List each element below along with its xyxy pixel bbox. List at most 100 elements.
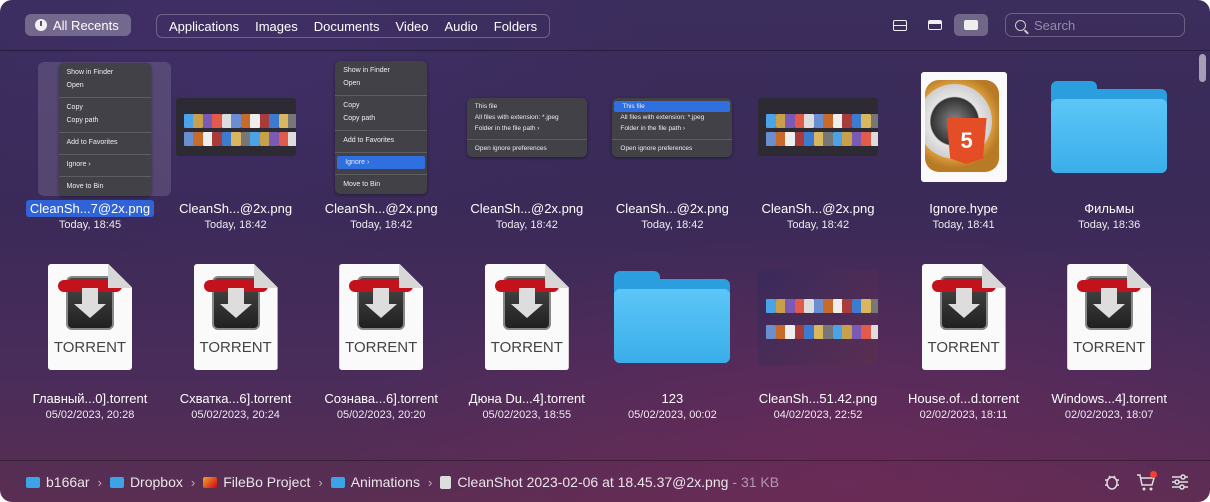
file-thumbnail[interactable]: TORRENT: [176, 252, 296, 382]
file-name: Дюна Du...4].torrent: [454, 391, 600, 406]
all-recents-label: All Recents: [53, 17, 119, 33]
file-thumbnail[interactable]: This file All files with extension: *.jpe…: [466, 62, 587, 192]
file-thumbnail[interactable]: [1049, 62, 1169, 192]
file-tile[interactable]: TORRENT Сознава...6].torrent 05/02/2023, 2…: [308, 242, 454, 432]
file-thumbnail[interactable]: [175, 62, 296, 192]
file-name-text: CleanSh...@2x.png: [615, 201, 729, 216]
grid-view-button[interactable]: [954, 14, 988, 36]
file-name: CleanSh...7@2x.png: [17, 200, 163, 217]
file-date: Today, 18:42: [786, 219, 850, 231]
cart-icon[interactable]: [1136, 471, 1157, 492]
crumb-filebo-project[interactable]: FileBo Project: [203, 474, 310, 490]
file-date: Today, 18:36: [1078, 219, 1141, 231]
file-name: CleanSh...51.42.png: [745, 391, 891, 406]
file-name: Ignore.hype: [891, 201, 1037, 216]
crumb-dropbox[interactable]: Dropbox: [109, 474, 183, 490]
menu-item: All files with extension: *.jpeg: [620, 113, 705, 121]
chevron-right-icon: ›: [427, 474, 433, 490]
file-tile[interactable]: Show in Finder Open Copy Copy path Add to Fa…: [17, 52, 171, 242]
file-thumbnail[interactable]: TORRENT: [30, 252, 150, 382]
file-tile[interactable]: CleanSh...51.42.png 04/02/2023, 22:52: [745, 242, 891, 432]
menu-item: This file: [474, 102, 498, 110]
toolbar: All Recents Applications Images Document…: [0, 0, 1210, 50]
compact-view-button[interactable]: [918, 14, 952, 36]
bug-icon[interactable]: [1102, 472, 1122, 492]
menu-separator: [58, 149, 151, 155]
file-date: Today, 18:42: [495, 219, 558, 231]
filter-video[interactable]: Video: [388, 19, 437, 34]
menu-item: Copy: [343, 101, 360, 109]
file-thumbnail[interactable]: TORRENT: [321, 252, 441, 382]
file-date: 02/02/2023, 18:07: [1064, 409, 1154, 421]
file-name-text: CleanSh...@2x.png: [470, 201, 584, 216]
hype-document-icon: 5: [920, 72, 1007, 182]
file-tile[interactable]: CleanSh...@2x.png Today, 18:42: [163, 52, 309, 242]
file-tile[interactable]: 5 Ignore.hype Today, 18:41: [891, 52, 1037, 242]
menu-separator: [335, 147, 428, 153]
file-tile[interactable]: 123 05/02/2023, 00:02: [599, 242, 745, 432]
crumb-current-file[interactable]: CleanShot 2023-02-06 at 18.45.37@2x.png: [440, 474, 728, 490]
file-name-text: CleanSh...51.42.png: [758, 391, 878, 406]
menu-item: Ignore ›: [337, 155, 426, 169]
context-menu-thumbnail: Show in Finder Open Copy Copy path Add to Fa…: [58, 62, 151, 196]
file-name: CleanSh...@2x.png: [599, 201, 745, 216]
crumb-animations[interactable]: Animations: [330, 474, 420, 490]
file-thumbnail[interactable]: TORRENT: [467, 252, 587, 382]
file-thumbnail[interactable]: TORRENT: [904, 252, 1024, 382]
file-thumbnail[interactable]: Show in Finder Open Copy Copy path Add to Fa…: [38, 62, 171, 196]
list-view-button[interactable]: [883, 14, 917, 36]
filter-audio[interactable]: Audio: [437, 19, 486, 34]
settings-sliders-icon[interactable]: [1170, 472, 1190, 492]
crumb-label: CleanShot 2023-02-06 at 18.45.37@2x.png: [457, 474, 729, 490]
file-size: - 31 KB: [732, 474, 780, 490]
scroll-thumb[interactable]: [1199, 54, 1206, 82]
file-thumbnail[interactable]: [758, 252, 878, 382]
file-browser-window: All Recents Applications Images Document…: [0, 0, 1210, 502]
vertical-scrollbar[interactable]: [1196, 52, 1210, 460]
file-thumbnail[interactable]: This file All files with extension: *.jpe…: [612, 62, 733, 192]
filter-folders[interactable]: Folders: [486, 19, 545, 34]
menu-item: Open: [66, 81, 84, 89]
file-name: 123: [599, 391, 745, 406]
menu-item: All files with extension: *.jpeg: [474, 113, 559, 121]
file-tile[interactable]: CleanSh...@2x.png Today, 18:42: [745, 52, 891, 242]
file-date: 04/02/2023, 22:52: [773, 409, 863, 421]
file-thumbnail[interactable]: [758, 62, 878, 192]
torrent-label: TORRENT: [345, 339, 418, 356]
file-tile[interactable]: TORRENT Дюна Du...4].torrent 05/02/2023, 1…: [454, 242, 600, 432]
file-tile[interactable]: This file All files with extension: *.jpe…: [454, 52, 600, 242]
all-recents-button[interactable]: All Recents: [25, 14, 131, 36]
file-thumbnail[interactable]: 5: [904, 62, 1024, 192]
file-tile[interactable]: This file All files with extension: *.jpe…: [599, 52, 745, 242]
file-name: CleanSh...@2x.png: [163, 201, 309, 216]
torrent-label: TORRENT: [490, 339, 563, 356]
file-date: 05/02/2023, 20:28: [45, 409, 135, 421]
filter-images[interactable]: Images: [247, 19, 306, 34]
app-icon: [203, 476, 218, 488]
screenshot-thumbnail: [175, 98, 296, 156]
file-name-text: House.of...d.torrent: [907, 391, 1020, 406]
file-tile[interactable]: Show in Finder Open Copy Copy path Add to Fa…: [308, 52, 454, 242]
filter-documents[interactable]: Documents: [306, 19, 388, 34]
file-name: CleanSh...@2x.png: [308, 201, 454, 216]
filter-applications[interactable]: Applications: [161, 19, 247, 34]
file-name: Главный...0].torrent: [17, 391, 163, 406]
screenshot-thumbnail: [758, 98, 878, 156]
file-name-text: 123: [661, 391, 684, 406]
file-name-text: Ignore.hype: [929, 201, 998, 216]
file-tile[interactable]: TORRENT Главный...0].torrent 05/02/2023, 2…: [17, 242, 163, 432]
file-thumbnail[interactable]: Show in Finder Open Copy Copy path Add to Fa…: [321, 60, 441, 194]
crumb-b166ar[interactable]: b166ar: [26, 474, 90, 490]
file-tile[interactable]: TORRENT House.of...d.torrent 02/02/2023, 1…: [891, 242, 1037, 432]
file-tile[interactable]: Фильмы Today, 18:36: [1036, 52, 1182, 242]
file-tile[interactable]: TORRENT Windows...4].torrent 02/02/2023, 1…: [1036, 242, 1182, 432]
file-thumbnail[interactable]: [612, 252, 732, 382]
file-thumbnail[interactable]: TORRENT: [1049, 252, 1169, 382]
file-name: House.of...d.torrent: [891, 391, 1037, 406]
status-actions: [1102, 471, 1190, 492]
file-tile[interactable]: TORRENT Схватка...6].torrent 05/02/2023, 2…: [163, 242, 309, 432]
search-field[interactable]: Search: [1005, 13, 1185, 37]
file-name-text: CleanSh...@2x.png: [324, 201, 438, 216]
file-date: 05/02/2023, 20:20: [336, 409, 426, 421]
menu-item: Open ignore preferences: [620, 144, 693, 152]
